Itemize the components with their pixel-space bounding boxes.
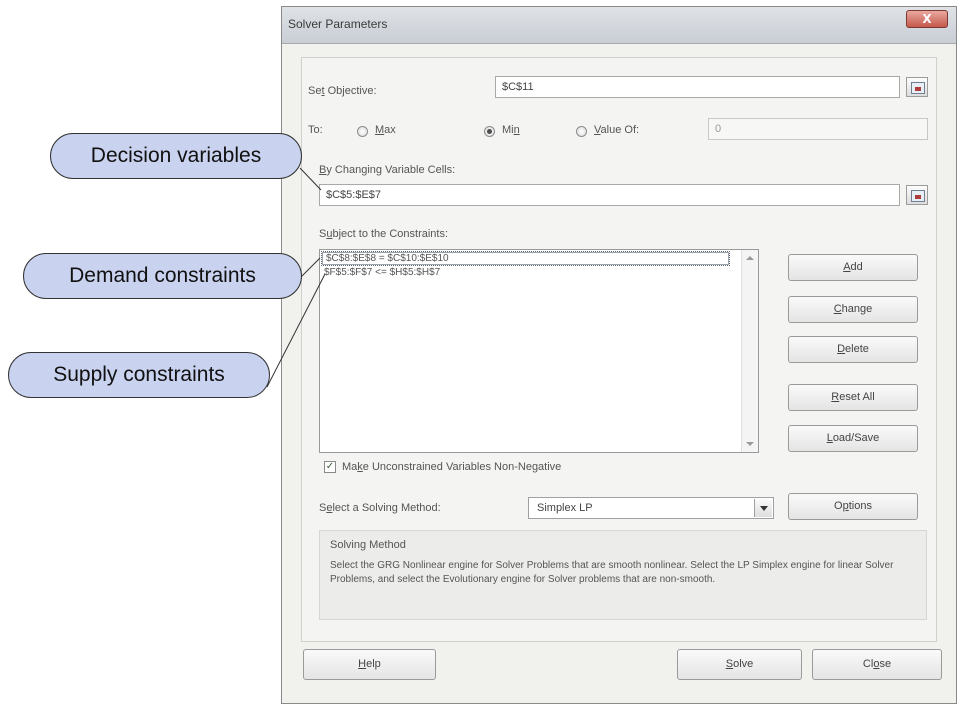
solving-method-groupbox: Solving Method Select the GRG Nonlinear … (319, 530, 927, 620)
non-negative-label: Make Unconstrained Variables Non-Negativ… (342, 461, 562, 473)
title-bar: Solver Parameters X (282, 7, 956, 44)
solving-method-description: Select the GRG Nonlinear engine for Solv… (330, 560, 894, 585)
solving-method-select[interactable]: Simplex LP (528, 497, 774, 519)
max-radio[interactable] (357, 126, 368, 137)
to-label: To: (308, 124, 323, 136)
change-button[interactable]: Change (788, 296, 918, 323)
close-window-button[interactable]: X (906, 10, 948, 28)
close-button[interactable]: Close (812, 649, 942, 680)
solving-method-label: Select a Solving Method: (319, 502, 441, 514)
decision-variables-callout: Decision variables (50, 133, 302, 179)
changing-cells-input[interactable]: $C$5:$E$7 (319, 184, 900, 206)
supply-constraints-callout: Supply constraints (8, 352, 270, 398)
reset-all-button[interactable]: Reset All (788, 384, 918, 411)
solve-button[interactable]: Solve (677, 649, 802, 680)
solving-method-title: Solving Method (330, 539, 406, 551)
delete-button[interactable]: Delete (788, 336, 918, 363)
value-of-radio[interactable] (576, 126, 587, 137)
scroll-down-icon[interactable] (746, 442, 754, 446)
constraints-label: Subject to the Constraints: (319, 228, 449, 240)
add-button[interactable]: Add (788, 254, 918, 281)
constraints-scrollbar[interactable] (741, 250, 758, 452)
set-objective-label: Set Objective: (308, 85, 377, 97)
constraint-item-demand[interactable]: $C$8:$E$8 = $C$10:$E$10 (321, 251, 730, 266)
max-radio-label: Max (375, 124, 396, 136)
chevron-down-icon[interactable] (754, 499, 772, 517)
value-of-radio-label: Value Of: (594, 124, 640, 136)
changing-cells-range-selector-icon[interactable] (906, 185, 928, 205)
min-radio[interactable] (484, 126, 495, 137)
help-button[interactable]: Help (303, 649, 436, 680)
constraint-item-supply[interactable]: $F$5:$F$7 <= $H$5:$H$7 (324, 267, 440, 278)
min-radio-label: Min (502, 124, 520, 136)
changing-cells-label: By Changing Variable Cells: (319, 164, 456, 176)
options-button[interactable]: Options (788, 493, 918, 520)
value-of-input[interactable]: 0 (708, 118, 928, 140)
window-title: Solver Parameters (288, 17, 388, 31)
demand-constraints-callout: Demand constraints (23, 253, 302, 299)
solving-method-value: Simplex LP (537, 502, 593, 514)
scroll-up-icon[interactable] (746, 256, 754, 260)
load-save-button[interactable]: Load/Save (788, 425, 918, 452)
objective-range-selector-icon[interactable] (906, 77, 928, 97)
constraints-listbox[interactable]: $C$8:$E$8 = $C$10:$E$10 $F$5:$F$7 <= $H$… (319, 249, 759, 453)
non-negative-checkbox[interactable]: ✓ (324, 461, 336, 473)
set-objective-input[interactable]: $C$11 (495, 76, 900, 98)
